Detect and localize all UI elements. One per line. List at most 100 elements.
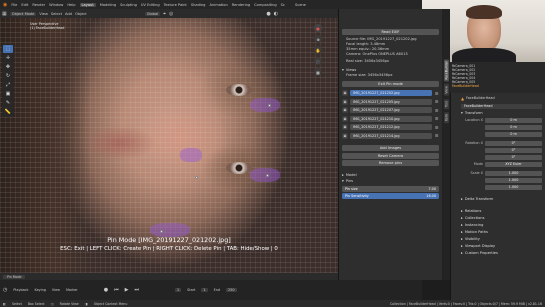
face-pin[interactable]	[266, 174, 269, 177]
grid-view-icon[interactable]: ▦	[314, 68, 322, 76]
image-name[interactable]: IMG_20191227_021202.jpg	[350, 90, 432, 96]
scale-tool-icon[interactable]: ⤢	[3, 81, 13, 89]
tab-item[interactable]: Item	[443, 112, 449, 124]
tab-facebuilder[interactable]: FaceBuilder	[443, 59, 449, 82]
delta-transform-header[interactable]: ▸ Delta Transform	[461, 196, 542, 202]
pin-sensitivity-slider[interactable]: Pin Sensitivity 16.00	[342, 193, 439, 199]
record-icon[interactable]: ●	[104, 287, 108, 293]
pan-hand-icon[interactable]: ✋	[314, 46, 322, 54]
rotate-tool-icon[interactable]: ↻	[3, 72, 13, 80]
image-menu-icon[interactable]: ☰	[434, 116, 439, 122]
object-name-input[interactable]: FaceBuilderHead	[461, 103, 542, 109]
menu-edit[interactable]: Edit	[21, 3, 28, 7]
tab-layout[interactable]: Layout	[79, 2, 96, 7]
tab-sculpting[interactable]: Sculpting	[120, 3, 137, 7]
scene-selector[interactable]: Scene	[295, 3, 306, 7]
image-name[interactable]: IMG_20191227_021212.jpg	[350, 124, 432, 130]
pin-size-slider[interactable]: Pin size 7.00	[342, 185, 439, 192]
jump-start-icon[interactable]: ⏮	[114, 287, 119, 293]
read-exif-button[interactable]: Read EXIF	[342, 29, 439, 35]
image-menu-icon[interactable]: ☰	[434, 99, 439, 105]
rotation-mode-select[interactable]: XYZ Euler	[485, 161, 542, 167]
exit-pin-mode-button[interactable]: Exit Pin mode	[342, 80, 439, 87]
menu-view[interactable]: View	[39, 12, 48, 16]
end-frame-field[interactable]: 250	[226, 288, 237, 292]
rotation-z-field[interactable]: 0°	[485, 154, 542, 160]
scale-x-field[interactable]: 1.000	[485, 170, 542, 176]
jump-end-icon[interactable]: ⏭	[134, 287, 139, 293]
measure-tool-icon[interactable]: 📏	[3, 108, 13, 116]
image-row[interactable]: ▣ IMG_20191227_021202.jpg ☰	[342, 90, 439, 97]
add-images-button[interactable]: Add Images	[342, 145, 439, 151]
viewport-display-header[interactable]: ▸ Viewport Display	[461, 243, 542, 249]
tab-rendering[interactable]: Rendering	[232, 3, 250, 7]
image-menu-icon[interactable]: ☰	[434, 107, 439, 113]
image-name[interactable]: IMG_20191227_021214.jpg	[350, 132, 432, 139]
rotation-x-field[interactable]: 0°	[485, 140, 542, 146]
face-pin[interactable]	[268, 104, 271, 107]
marker-menu[interactable]: Marker	[66, 288, 78, 292]
3d-viewport[interactable]: User Perspective (1) FaceBuilderHead ⬚ ✛…	[0, 18, 338, 273]
tab-compositing[interactable]: Compositing	[254, 3, 277, 7]
playback-menu[interactable]: Playback	[13, 288, 28, 292]
location-y-field[interactable]: 0 m	[485, 124, 542, 130]
axis-gizmo-icon[interactable]: ●	[314, 24, 322, 32]
face-pin[interactable]	[160, 230, 163, 233]
object-name-field[interactable]: FaceBuilderHead	[461, 103, 542, 109]
tab-shading[interactable]: Shading	[191, 3, 206, 7]
image-row[interactable]: ▣ IMG_20191227_021207.jpg ☰	[342, 107, 439, 114]
orientation-selector[interactable]: Global	[144, 11, 161, 16]
location-x-field[interactable]: 0 m	[485, 117, 542, 123]
menu-render[interactable]: Render	[32, 3, 45, 7]
cursor-tool-icon[interactable]: ✛	[3, 54, 13, 62]
zoom-icon[interactable]: ⊕	[314, 35, 322, 43]
outliner-item-selected[interactable]: FaceBuilderHead	[452, 84, 543, 88]
blender-logo-icon[interactable]: ◉	[3, 2, 7, 8]
menu-file[interactable]: File	[11, 3, 17, 7]
reset-camera-button[interactable]: Reset Camera	[342, 152, 439, 159]
collections-header[interactable]: ▸ Collections	[461, 215, 542, 221]
image-menu-icon[interactable]: ☰	[434, 124, 439, 130]
tab-texture-paint[interactable]: Texture Paint	[164, 3, 187, 7]
tab-view[interactable]: View	[443, 84, 449, 97]
instancing-header[interactable]: ▸ Instancing	[461, 222, 542, 228]
relations-header[interactable]: ▸ Relations	[461, 208, 542, 214]
image-row[interactable]: ▣ IMG_20191227_021214.jpg ☰	[342, 132, 439, 139]
tab-scripting[interactable]: Sc	[281, 3, 285, 7]
motion-paths-header[interactable]: ▸ Motion Paths	[461, 229, 542, 235]
tab-modeling[interactable]: Modeling	[100, 3, 116, 7]
remove-pins-button[interactable]: Remove pins	[342, 160, 439, 166]
scale-y-field[interactable]: 1.000	[485, 177, 542, 183]
pins-section-header[interactable]: ▾ Pins	[342, 178, 439, 184]
image-menu-icon[interactable]: ☰	[434, 90, 439, 96]
keying-menu[interactable]: Keying	[35, 288, 46, 292]
transform-section-header[interactable]: ▾ Transform	[461, 110, 542, 116]
start-frame-field[interactable]: 1	[201, 288, 208, 292]
current-frame-field[interactable]: 1	[174, 288, 182, 292]
select-tool-icon[interactable]: ⬚	[3, 45, 13, 53]
view-menu[interactable]: View	[52, 288, 60, 292]
menu-help[interactable]: Help	[67, 3, 75, 7]
face-pin[interactable]	[195, 176, 198, 179]
image-name[interactable]: IMG_20191227_021207.jpg	[350, 107, 432, 113]
play-icon[interactable]: ▶	[125, 287, 129, 293]
editor-type-icon[interactable]: ▦	[2, 11, 7, 17]
proportional-icon[interactable]: ◎	[169, 11, 173, 17]
tab-uv-editing[interactable]: UV Editing	[141, 3, 160, 7]
rotation-y-field[interactable]: 0°	[485, 147, 542, 153]
tab-animation[interactable]: Animation	[209, 3, 227, 7]
annotate-tool-icon[interactable]: ✎	[3, 99, 13, 107]
snap-icon[interactable]: ⌖	[163, 11, 166, 17]
tab-tool[interactable]: Tool	[443, 99, 449, 110]
scale-z-field[interactable]: 1.000	[485, 184, 542, 190]
mode-selector[interactable]: Object Mode	[9, 11, 37, 16]
menu-add[interactable]: Add	[65, 12, 72, 16]
image-menu-icon[interactable]: ☰	[434, 133, 439, 139]
menu-object[interactable]: Object	[75, 12, 87, 16]
shading-solid-icon[interactable]: ●	[266, 11, 270, 17]
image-row[interactable]: ▣ IMG_20191227_021212.jpg ☰	[342, 124, 439, 131]
transform-tool-icon[interactable]: ▣	[3, 90, 13, 98]
shading-material-icon[interactable]: ◐	[274, 11, 278, 17]
move-tool-icon[interactable]: ✥	[3, 63, 13, 71]
visibility-header[interactable]: ▸ Visibility	[461, 236, 542, 242]
